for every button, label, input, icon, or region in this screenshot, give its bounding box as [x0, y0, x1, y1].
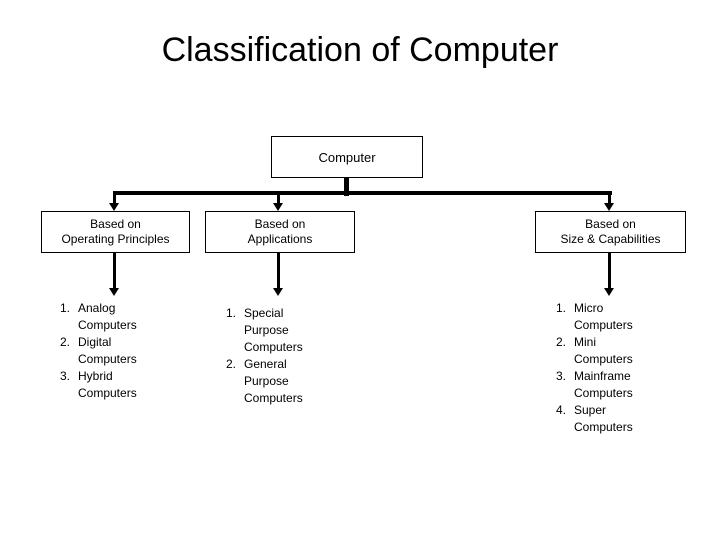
list-item-label: Mini Computers	[574, 335, 633, 366]
list-item-number: 2.	[59, 335, 70, 349]
list-item-number: 1.	[225, 306, 236, 320]
arrowhead-down-icon-size-list	[604, 288, 614, 296]
list-item: 2. Digital Computers	[48, 334, 178, 368]
list-item-number: 1.	[59, 301, 70, 315]
list-item-label: Mainframe Computers	[574, 369, 633, 400]
list-item-label: Super Computers	[574, 403, 633, 434]
node-label-computer: Computer	[318, 149, 376, 165]
list-applications: 1. Special Purpose Computers 2. General …	[216, 305, 341, 407]
list-item: 1. Special Purpose Computers	[216, 305, 341, 356]
connector-stem-principles-list	[113, 253, 116, 289]
list-item-label: Digital Computers	[78, 335, 137, 366]
node-label-operating-principles: Based on Operating Principles	[61, 217, 170, 246]
node-label-applications: Based on Applications	[247, 217, 313, 246]
node-box-computer[interactable]: Computer	[271, 136, 423, 178]
node-box-applications[interactable]: Based on Applications	[205, 211, 355, 253]
list-item: 1. Analog Computers	[48, 300, 178, 334]
arrowhead-down-icon-applications	[273, 203, 283, 211]
node-box-size-capabilities[interactable]: Based on Size & Capabilities	[535, 211, 686, 253]
list-item-number: 2.	[225, 357, 236, 371]
page-title: Classification of Computer	[161, 31, 559, 69]
list-item: 4. Super Computers	[544, 402, 684, 436]
list-item: 1. Micro Computers	[544, 300, 684, 334]
arrowhead-down-icon-principles-list	[109, 288, 119, 296]
arrowhead-down-icon-applications-list	[273, 288, 283, 296]
list-item-label: Hybrid Computers	[78, 369, 137, 400]
list-size-capabilities: 1. Micro Computers 2. Mini Computers 3. …	[544, 300, 684, 436]
list-item: 2. General Purpose Computers	[216, 356, 341, 407]
list-item: 3. Mainframe Computers	[544, 368, 684, 402]
node-box-operating-principles[interactable]: Based on Operating Principles	[41, 211, 190, 253]
list-item-number: 3.	[59, 369, 70, 383]
list-item-number: 2.	[555, 335, 566, 349]
list-item-number: 3.	[555, 369, 566, 383]
list-item-label: Analog Computers	[78, 301, 137, 332]
connector-horizontal-bus	[113, 191, 612, 195]
list-operating-principles: 1. Analog Computers 2. Digital Computers…	[48, 300, 178, 402]
list-item: 3. Hybrid Computers	[48, 368, 178, 402]
connector-stem-applications-list	[277, 253, 280, 289]
connector-stem-size-list	[608, 253, 611, 289]
list-item-label: Special Purpose Computers	[244, 306, 303, 354]
list-item: 2. Mini Computers	[544, 334, 684, 368]
list-item-number: 4.	[555, 403, 566, 417]
slide-canvas: Classification of Computer Computer Base…	[0, 0, 720, 540]
list-item-label: General Purpose Computers	[244, 357, 303, 405]
node-label-size-capabilities: Based on Size & Capabilities	[560, 217, 661, 246]
list-item-label: Micro Computers	[574, 301, 633, 332]
arrowhead-down-icon-size	[604, 203, 614, 211]
list-item-number: 1.	[555, 301, 566, 315]
arrowhead-down-icon-principles	[109, 203, 119, 211]
